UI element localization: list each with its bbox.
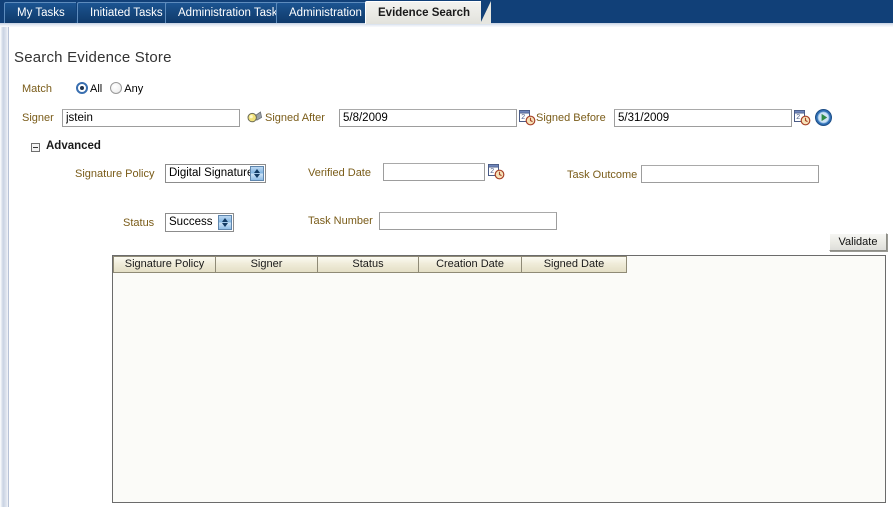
task-outcome-input[interactable] bbox=[641, 165, 819, 183]
advanced-section-title: Advanced bbox=[46, 140, 101, 152]
column-header-status[interactable]: Status bbox=[318, 256, 419, 273]
signed-after-label: Signed After bbox=[265, 112, 325, 124]
radio-all-label: All bbox=[90, 83, 103, 95]
signed-before-input[interactable] bbox=[614, 109, 792, 127]
task-number-label: Task Number bbox=[308, 215, 373, 227]
column-header-signature-policy[interactable]: Signature Policy bbox=[113, 256, 216, 273]
tab-administration-tasks[interactable]: Administration Tasks bbox=[165, 2, 304, 23]
calendar-clock-icon[interactable]: 2 bbox=[487, 163, 505, 180]
tab-administration[interactable]: Administration bbox=[276, 2, 382, 23]
calendar-clock-icon[interactable]: 2 bbox=[518, 109, 536, 126]
tab-bar: My Tasks Initiated Tasks Administration … bbox=[0, 0, 893, 27]
signer-label: Signer bbox=[22, 112, 54, 124]
signer-input[interactable] bbox=[62, 109, 240, 127]
spinner-arrows-icon[interactable] bbox=[218, 215, 232, 230]
svg-text:2: 2 bbox=[490, 168, 494, 175]
verified-date-input[interactable] bbox=[383, 163, 485, 181]
column-header-creation-date[interactable]: Creation Date bbox=[419, 256, 522, 273]
page-title: Search Evidence Store bbox=[14, 49, 172, 66]
tab-label: My Tasks bbox=[17, 7, 65, 19]
signed-before-label: Signed Before bbox=[536, 112, 606, 124]
go-search-button[interactable] bbox=[815, 109, 832, 126]
signature-policy-value: Digital Signature bbox=[169, 167, 254, 179]
match-label: Match bbox=[22, 83, 52, 95]
match-radio-group[interactable]: All Any bbox=[76, 82, 151, 95]
validate-button[interactable]: Validate bbox=[829, 233, 887, 251]
tab-initiated-tasks[interactable]: Initiated Tasks bbox=[77, 2, 183, 23]
status-select[interactable]: Success bbox=[165, 213, 234, 232]
tab-label: Administration Tasks bbox=[178, 7, 284, 19]
svg-text:2: 2 bbox=[521, 114, 525, 121]
verified-date-label: Verified Date bbox=[308, 167, 371, 179]
column-header-signed-date[interactable]: Signed Date bbox=[522, 256, 627, 273]
spinner-arrows-icon[interactable] bbox=[250, 166, 264, 181]
results-table-header-row: Signature Policy Signer Status Creation … bbox=[113, 256, 627, 273]
tab-label: Evidence Search bbox=[378, 7, 471, 19]
task-number-input[interactable] bbox=[379, 212, 557, 230]
radio-all[interactable] bbox=[76, 82, 88, 94]
flashlight-icon[interactable] bbox=[246, 110, 263, 125]
signature-policy-select[interactable]: Digital Signature bbox=[165, 164, 266, 183]
tab-label: Administration bbox=[289, 7, 362, 19]
column-header-signer[interactable]: Signer bbox=[216, 256, 318, 273]
svg-text:2: 2 bbox=[796, 114, 800, 121]
tab-label: Initiated Tasks bbox=[90, 7, 163, 19]
status-label: Status bbox=[123, 217, 155, 229]
radio-any-label: Any bbox=[124, 83, 144, 95]
page-body: Search Evidence Store Match All Any Signe… bbox=[0, 27, 893, 507]
tab-evidence-search[interactable]: Evidence Search bbox=[365, 1, 492, 24]
results-table bbox=[112, 255, 886, 503]
left-rail-edge bbox=[8, 27, 9, 507]
task-outcome-label: Task Outcome bbox=[567, 169, 638, 181]
tab-my-tasks[interactable]: My Tasks bbox=[4, 2, 85, 23]
advanced-toggle-icon[interactable] bbox=[31, 143, 40, 152]
signature-policy-label: Signature Policy bbox=[75, 168, 155, 180]
signed-after-input[interactable] bbox=[339, 109, 517, 127]
radio-any[interactable] bbox=[110, 82, 123, 94]
status-value: Success bbox=[169, 216, 213, 228]
calendar-clock-icon[interactable]: 2 bbox=[793, 109, 811, 126]
